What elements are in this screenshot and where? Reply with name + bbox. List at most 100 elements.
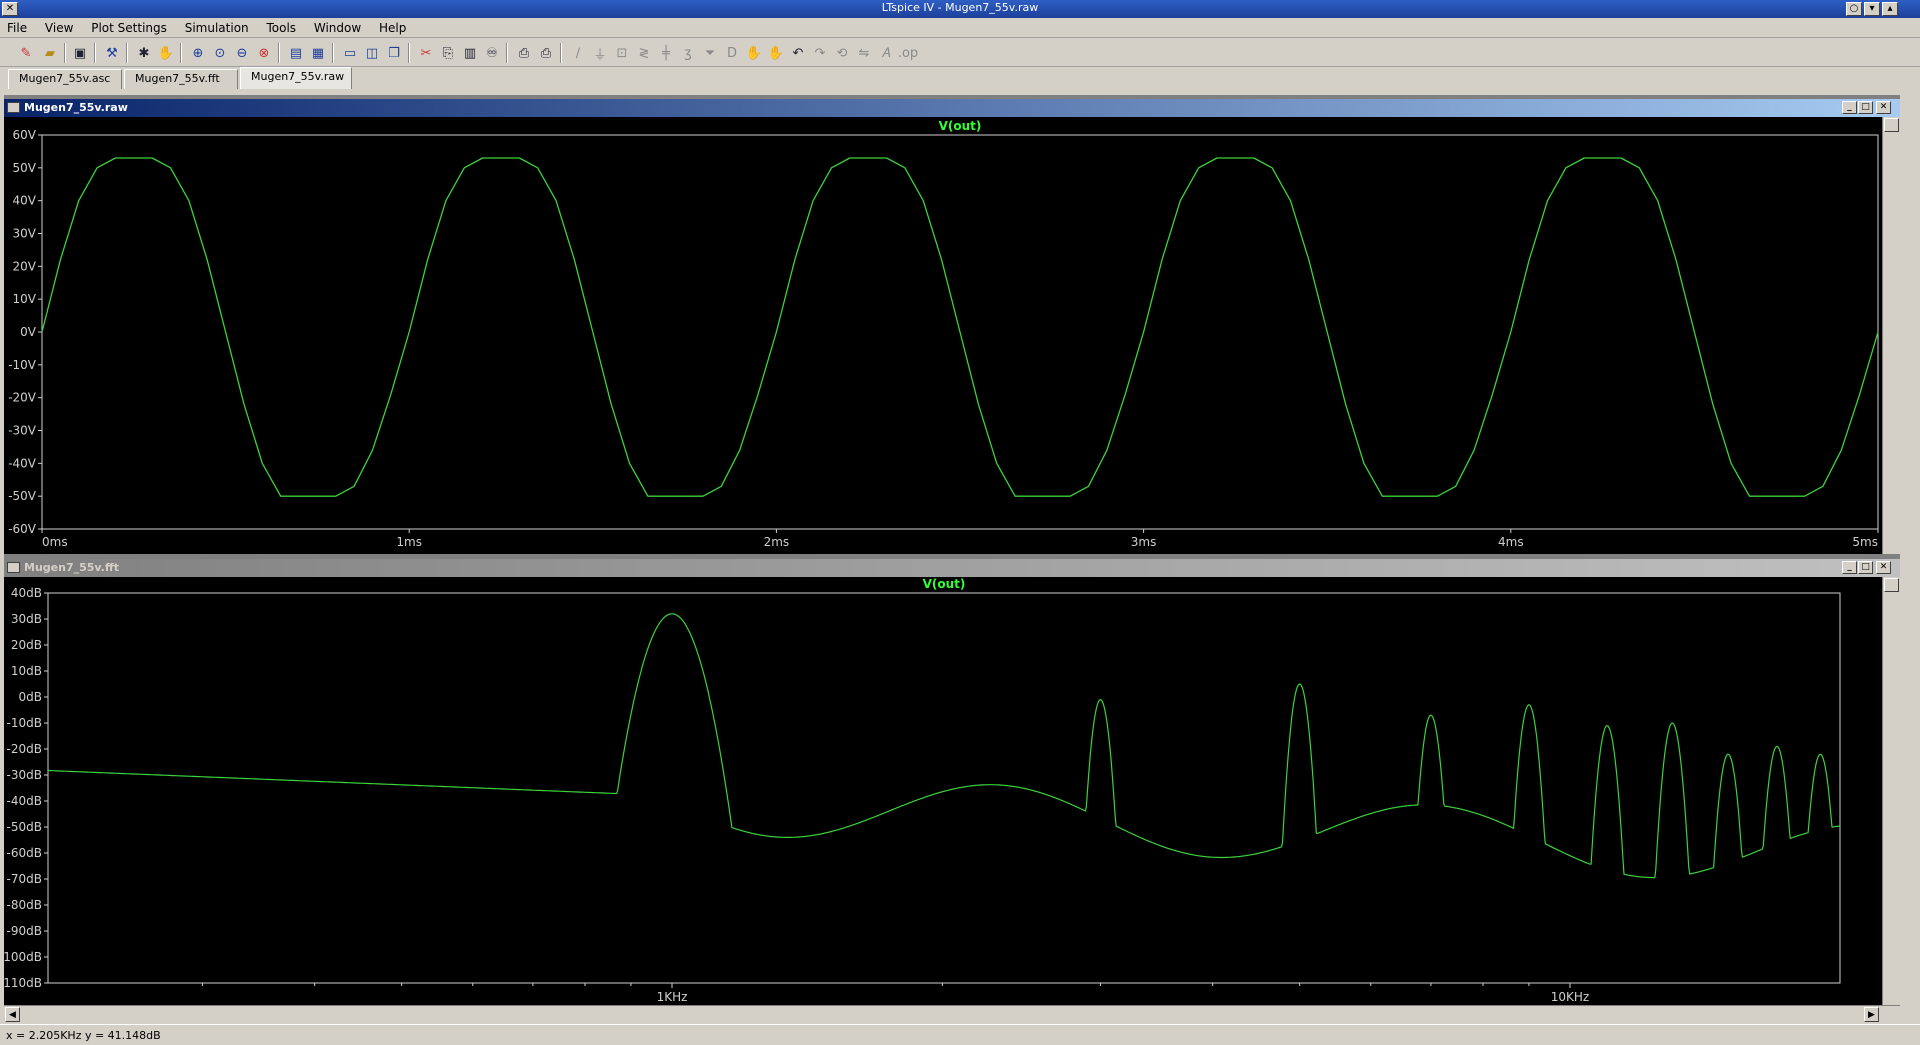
rotate-icon[interactable]: ⟲ [832, 43, 852, 63]
text-icon[interactable]: 𝐴 [876, 43, 896, 63]
transient-plot[interactable]: V(out) 60V 50V 40V 30V 20V 10V 0V -10V -20V -30V -4… [4, 117, 1882, 554]
resistor-icon[interactable]: ≷ [634, 43, 654, 63]
y-tick-label: 30dB [11, 612, 42, 626]
x-tick-label: 10KHz [1551, 990, 1589, 1004]
y-tick-label: -80dB [7, 898, 42, 912]
cascade-icon[interactable]: ❐ [384, 43, 404, 63]
menu-tools[interactable]: Tools [259, 18, 303, 38]
maximize-icon[interactable]: ▴ [1882, 2, 1898, 16]
open-folder-icon[interactable]: ▰ [40, 43, 60, 63]
pane-fft-titlebar[interactable]: Mugen7_55v.fft _ □ ✕ [4, 559, 1900, 577]
copy-icon[interactable]: ⎘ [438, 43, 458, 63]
menu-file[interactable]: File [0, 18, 34, 38]
pane-fft-restore-icon[interactable]: □ [1858, 561, 1873, 574]
diode-icon[interactable]: ⏷ [700, 43, 720, 63]
pane-fft-minimize-icon[interactable]: _ [1842, 561, 1857, 574]
menu-plot-settings[interactable]: Plot Settings [84, 18, 174, 38]
find-icon[interactable]: ♾ [482, 43, 502, 63]
menu-simulation[interactable]: Simulation [178, 18, 256, 38]
print-preview-icon[interactable]: ⎙ [514, 43, 534, 63]
y-tick-label: 40V [13, 194, 37, 208]
component-icon[interactable]: D [722, 43, 742, 63]
pane-fft-vscroll[interactable] [1882, 577, 1900, 1006]
cut-icon[interactable]: ✂ [416, 43, 436, 63]
drag-icon[interactable]: ✋ [766, 43, 786, 63]
y-tick-label: -110dB [4, 976, 42, 990]
document-tabs: Mugen7_55v.asc Mugen7_55v.fft Mugen7_55v… [0, 67, 1920, 89]
horizontal-scrollbar[interactable]: ◀ ▶ [4, 1005, 1900, 1023]
zoom-area-icon[interactable]: ⊙ [210, 43, 230, 63]
mirror-icon[interactable]: ⇋ [854, 43, 874, 63]
capacitor-icon[interactable]: ╪ [656, 43, 676, 63]
y-tick-label: -100dB [4, 950, 42, 964]
pane-fft-close-icon[interactable]: ✕ [1876, 561, 1891, 574]
zoom-out-icon[interactable]: ⊖ [232, 43, 252, 63]
x-tick-label: 1KHz [657, 990, 688, 1004]
undo-icon[interactable]: ↶ [788, 43, 808, 63]
run-icon[interactable]: ✱ [134, 43, 154, 63]
y-tick-label: 20V [13, 259, 37, 273]
inductor-icon[interactable]: ʒ [678, 43, 698, 63]
new-schematic-icon[interactable]: ✎ [16, 43, 36, 63]
tab-fft[interactable]: Mugen7_55v.fft [124, 69, 238, 89]
move-icon[interactable]: ✋ [744, 43, 764, 63]
x-tick-label: 1ms [396, 535, 422, 549]
tab-asc[interactable]: Mugen7_55v.asc [8, 69, 122, 89]
pane-fft-title: Mugen7_55v.fft [24, 561, 120, 574]
zoom-in-icon[interactable]: ⊕ [188, 43, 208, 63]
label-net-icon[interactable]: ⊡ [612, 43, 632, 63]
spice-directive-icon[interactable]: .op [898, 43, 918, 63]
save-icon[interactable]: ▣ [70, 43, 90, 63]
y-tick-label: 10V [13, 292, 37, 306]
chart-title: V(out) [939, 119, 982, 133]
plot-frame [47, 592, 1841, 984]
fft-plot[interactable]: V(out) 40dB 30dB 20dB 10dB 0dB -10dB -20dB -30dB… [0, 577, 1882, 1006]
y-tick-label: -60V [8, 522, 37, 536]
toolbar: ✎ ▰ ▣ ⚒ ✱ ✋ ⊕ ⊙ ⊖ ⊗ ▤ ▦ ▭ ◫ ❐ ✂ ⎘ ▥ ♾ ⎙ … [0, 39, 1920, 67]
control-panel-icon[interactable]: ⚒ [102, 43, 122, 63]
halt-icon[interactable]: ✋ [156, 43, 176, 63]
x-tick-label: 2ms [764, 535, 790, 549]
x-tick-label: 0ms [42, 535, 68, 549]
tab-raw[interactable]: Mugen7_55v.raw [240, 67, 352, 89]
grid-icon[interactable]: ▦ [308, 43, 328, 63]
y-tick-label: -20V [8, 391, 37, 405]
y-tick-label: 60V [13, 128, 37, 142]
y-tick-label: 40dB [11, 586, 42, 600]
pane-raw-vscroll[interactable] [1882, 117, 1900, 554]
waveform-window-icon [7, 102, 20, 113]
y-tick-label: -70dB [7, 872, 42, 886]
menu-help[interactable]: Help [372, 18, 413, 38]
mdi-workspace: Mugen7_55v.raw _ □ ✕ V(out) 60V 50V 40V 30V 2… [0, 95, 1900, 1006]
menu-view[interactable]: View [38, 18, 80, 38]
minimize-icon[interactable]: ▾ [1864, 2, 1880, 16]
scroll-left-icon[interactable]: ◀ [5, 1007, 20, 1022]
chart-title: V(out) [923, 577, 966, 591]
restore-icon[interactable]: ○ [1846, 2, 1862, 16]
pane-raw-titlebar[interactable]: Mugen7_55v.raw _ □ ✕ [4, 99, 1900, 117]
paste-icon[interactable]: ▥ [460, 43, 480, 63]
zoom-fit-icon[interactable]: ⊗ [254, 43, 274, 63]
y-tick-label: -10V [8, 358, 37, 372]
x-tick-label: 4ms [1498, 535, 1524, 549]
print-icon[interactable]: ⎙ [536, 43, 556, 63]
redo-icon[interactable]: ↷ [810, 43, 830, 63]
menu-window[interactable]: Window [307, 18, 368, 38]
ground-icon[interactable]: ⏚ [590, 43, 610, 63]
transient-chart-svg: V(out) 60V 50V 40V 30V 20V 10V 0V -10V -20V -30V -4… [8, 119, 1879, 549]
app-titlebar: ✕ LTspice IV - Mugen7_55v.raw ○ ▾ ▴ [0, 0, 1920, 18]
y-tick-label: 30V [13, 227, 37, 241]
scroll-right-icon[interactable]: ▶ [1864, 1007, 1879, 1022]
pane-raw-close-icon[interactable]: ✕ [1876, 101, 1891, 114]
vout-trace [41, 157, 1879, 497]
pane-raw-minimize-icon[interactable]: _ [1842, 101, 1857, 114]
wire-icon[interactable]: ∕ [568, 43, 588, 63]
y-tick-label: 10dB [11, 664, 42, 678]
y-tick-label: -10dB [7, 716, 42, 730]
y-tick-label: 20dB [11, 638, 42, 652]
fft-chart-svg: V(out) 40dB 30dB 20dB 10dB 0dB -10dB -20dB -30dB… [0, 577, 1841, 1004]
autorange-icon[interactable]: ▤ [286, 43, 306, 63]
tile-vertical-icon[interactable]: ◫ [362, 43, 382, 63]
tile-horizontal-icon[interactable]: ▭ [340, 43, 360, 63]
pane-raw-restore-icon[interactable]: □ [1858, 101, 1873, 114]
